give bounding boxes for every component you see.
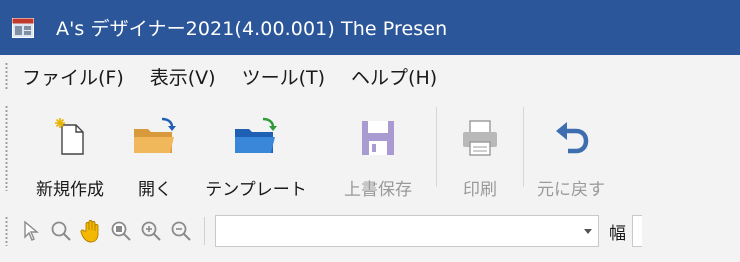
hand-icon [80, 220, 99, 243]
template-folder-icon [235, 117, 277, 153]
app-window-icon[interactable] [12, 17, 34, 38]
view-toolbar: 幅 [0, 200, 740, 262]
toolbar-grip[interactable] [5, 105, 8, 191]
search-tool[interactable] [48, 218, 74, 244]
pointer-tool[interactable] [18, 218, 44, 244]
save-button-label: 上書保存 [344, 180, 412, 200]
zoom-in-icon [141, 221, 161, 241]
zoom-out-icon [171, 221, 191, 241]
menu-file[interactable]: ファイル(F) [22, 63, 124, 90]
toolbar2-separator [204, 217, 205, 245]
width-label: 幅 [609, 223, 626, 244]
new-button[interactable]: 新規作成 [22, 97, 118, 200]
undo-button-label: 元に戻す [537, 180, 605, 200]
menu-tools[interactable]: ツール(T) [242, 63, 325, 90]
chevron-down-icon[interactable] [584, 229, 592, 234]
open-button-label: 開く [138, 180, 172, 200]
pointer-icon [24, 220, 39, 241]
title-bar: A's デザイナー2021(4.00.001) The Presen [0, 0, 740, 55]
toolbar2-grip[interactable] [5, 216, 8, 246]
menu-view[interactable]: 表示(V) [150, 63, 216, 90]
window-title: A's デザイナー2021(4.00.001) The Presen [56, 18, 448, 40]
zoom-combobox[interactable] [215, 215, 599, 247]
print-button-label: 印刷 [463, 180, 497, 200]
open-button[interactable]: 開く [118, 97, 192, 200]
menu-help[interactable]: ヘルプ(H) [351, 63, 437, 90]
save-icon [362, 121, 394, 155]
menubar-grip[interactable] [5, 62, 8, 90]
open-folder-icon [134, 117, 176, 153]
hand-tool[interactable] [78, 218, 104, 244]
undo-button[interactable]: 元に戻す [524, 97, 618, 200]
new-document-icon [55, 118, 84, 155]
save-button[interactable]: 上書保存 [320, 97, 436, 200]
print-icon [463, 120, 497, 156]
width-input[interactable] [632, 215, 642, 247]
main-toolbar: 新規作成 開く テンプレート 上書保存 印刷 元に戻す [0, 97, 740, 200]
zoom-out-tool[interactable] [168, 218, 194, 244]
template-button-label: テンプレート [205, 180, 307, 200]
new-button-label: 新規作成 [36, 180, 104, 200]
zoom-in-tool[interactable] [138, 218, 164, 244]
search-icon [51, 221, 71, 241]
menu-bar: ファイル(F) 表示(V) ツール(T) ヘルプ(H) [0, 55, 740, 97]
zoom-region-tool[interactable] [108, 218, 134, 244]
zoom-region-icon [111, 221, 131, 241]
template-button[interactable]: テンプレート [192, 97, 320, 200]
print-button[interactable]: 印刷 [437, 97, 523, 200]
undo-icon [556, 122, 589, 154]
